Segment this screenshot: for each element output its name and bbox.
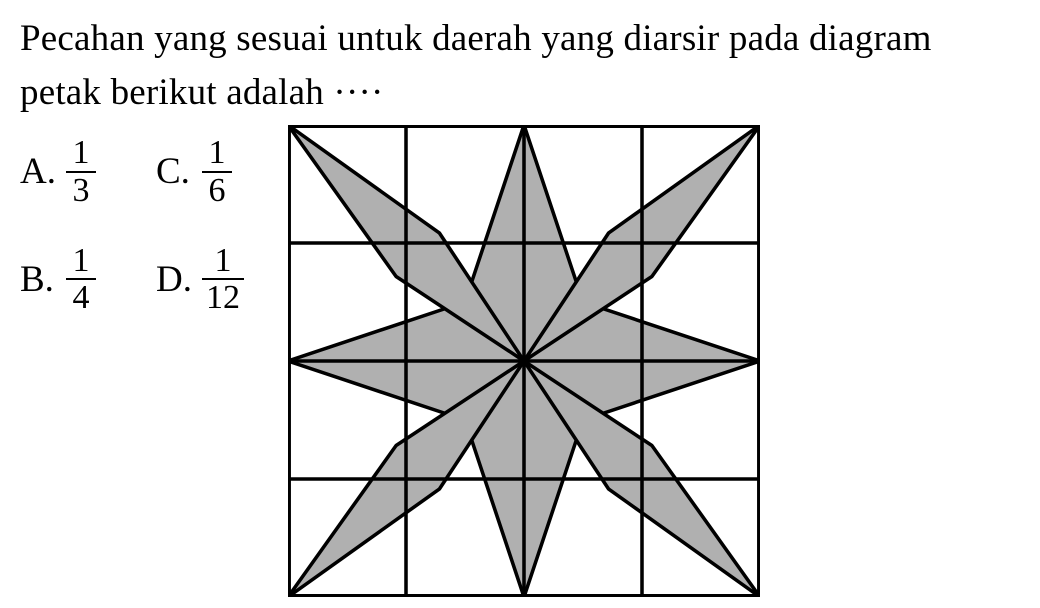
fraction: 1 6 <box>202 135 232 208</box>
fraction-numerator: 1 <box>69 243 94 279</box>
fraction-numerator: 1 <box>211 243 236 279</box>
option-letter: B. <box>20 253 56 307</box>
fraction-numerator: 1 <box>69 135 94 171</box>
option-a[interactable]: A. 1 3 <box>20 135 96 208</box>
options-left-col: A. 1 3 B. 1 4 <box>20 135 96 597</box>
fraction-denominator: 3 <box>69 173 94 209</box>
content-row: A. 1 3 B. 1 4 C. 1 <box>20 129 1020 597</box>
fraction: 1 12 <box>202 243 244 316</box>
options-right-col: C. 1 6 D. 1 12 <box>156 135 244 597</box>
option-b[interactable]: B. 1 4 <box>20 243 96 316</box>
fraction-denominator: 4 <box>69 280 94 316</box>
option-c[interactable]: C. 1 6 <box>156 135 244 208</box>
grid-diagram <box>288 125 760 597</box>
option-d[interactable]: D. 1 12 <box>156 243 244 316</box>
answer-options: A. 1 3 B. 1 4 C. 1 <box>20 129 244 597</box>
question-text: Pecahan yang sesuai untuk daerah yang di… <box>20 12 1020 119</box>
option-letter: A. <box>20 145 56 199</box>
option-letter: D. <box>156 253 192 307</box>
fraction: 1 4 <box>66 243 96 316</box>
fraction: 1 3 <box>66 135 96 208</box>
star-grid-icon <box>288 125 760 597</box>
fraction-denominator: 6 <box>205 173 230 209</box>
option-letter: C. <box>156 145 192 199</box>
fraction-numerator: 1 <box>205 135 230 171</box>
fraction-denominator: 12 <box>202 280 244 316</box>
